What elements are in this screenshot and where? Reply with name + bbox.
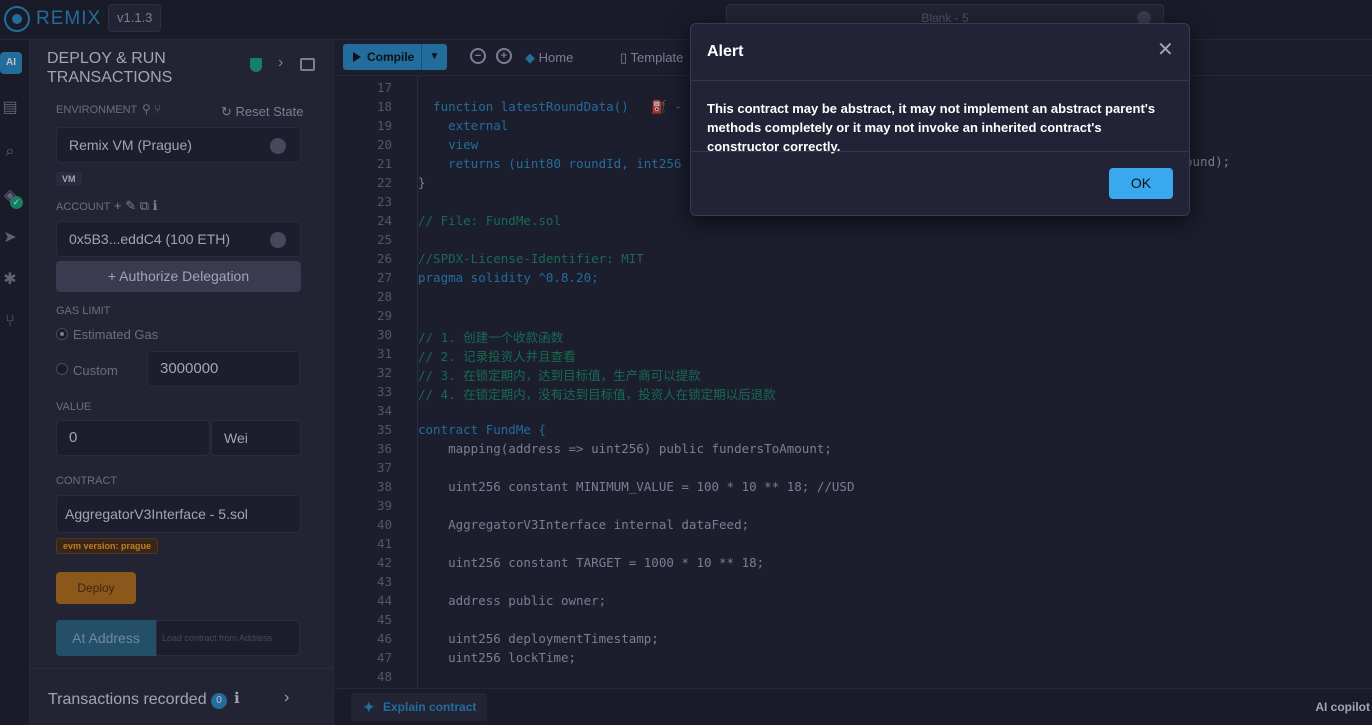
ok-button[interactable]: OK — [1109, 168, 1173, 199]
alert-header: Alert ✕ — [691, 24, 1189, 81]
close-icon[interactable]: ✕ — [1157, 40, 1174, 60]
alert-message: This contract may be abstract, it may no… — [707, 101, 1156, 154]
alert-title: Alert — [707, 43, 744, 60]
alert-footer: OK — [691, 151, 1189, 215]
alert-dialog: Alert ✕ This contract may be abstract, i… — [690, 23, 1190, 216]
